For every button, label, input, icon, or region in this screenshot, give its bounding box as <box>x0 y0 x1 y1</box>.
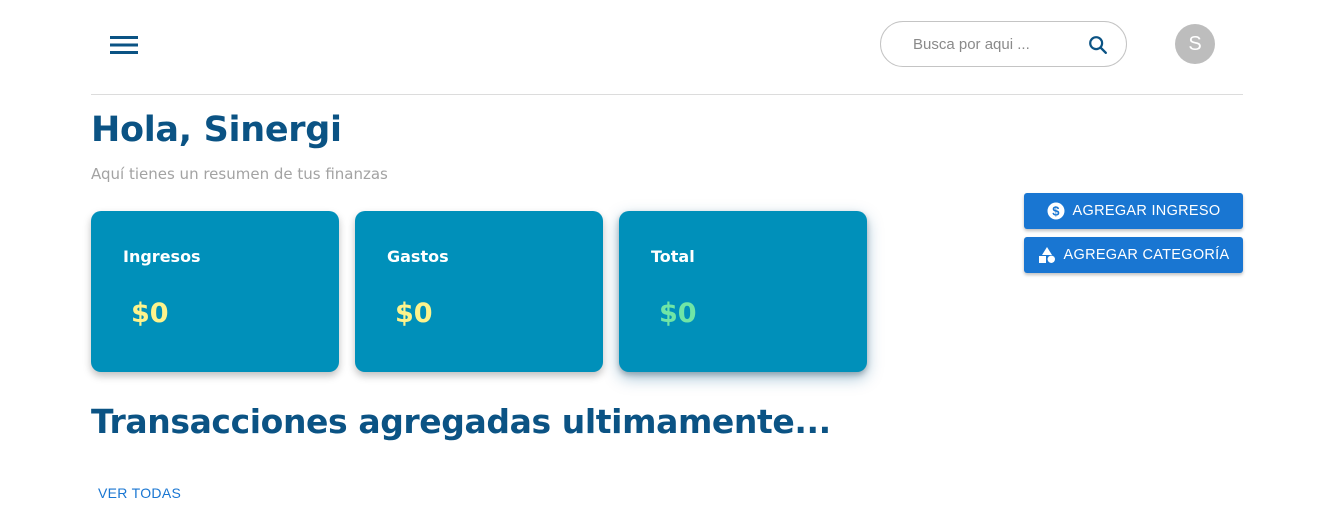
view-all-button[interactable]: VER TODAS <box>92 480 187 506</box>
card-label: Gastos <box>387 247 449 266</box>
card-value: $0 <box>131 298 169 329</box>
avatar[interactable]: S <box>1175 24 1215 64</box>
page-title: Hola, Sinergi <box>91 110 342 150</box>
add-category-label: AGREGAR CATEGORÍA <box>1063 247 1230 263</box>
dollar-circle-icon: $ <box>1047 202 1065 220</box>
total-card: Total $0 <box>619 211 867 372</box>
dashboard-page: S Hola, Sinergi Aquí tienes un resumen d… <box>0 0 1324 516</box>
hamburger-menu-icon <box>110 36 138 54</box>
add-income-label: AGREGAR INGRESO <box>1072 203 1221 219</box>
card-label: Total <box>651 247 695 266</box>
page-subtitle: Aquí tienes un resumen de tus finanzas <box>91 165 388 183</box>
expenses-card: Gastos $0 <box>355 211 603 372</box>
card-label: Ingresos <box>123 247 201 266</box>
search-icon[interactable] <box>1087 34 1109 56</box>
search-box <box>880 21 1127 67</box>
income-card: Ingresos $0 <box>91 211 339 372</box>
search-input[interactable] <box>913 35 1073 53</box>
transactions-title: Transacciones agregadas ultimamente... <box>91 402 831 441</box>
card-value: $0 <box>395 298 433 329</box>
card-value: $0 <box>659 298 697 329</box>
category-shapes-icon <box>1038 247 1055 263</box>
menu-button[interactable] <box>104 28 144 62</box>
svg-text:$: $ <box>1052 204 1060 219</box>
header-divider <box>91 94 1243 95</box>
add-income-button[interactable]: $ AGREGAR INGRESO <box>1024 193 1243 229</box>
add-category-button[interactable]: AGREGAR CATEGORÍA <box>1024 237 1243 273</box>
